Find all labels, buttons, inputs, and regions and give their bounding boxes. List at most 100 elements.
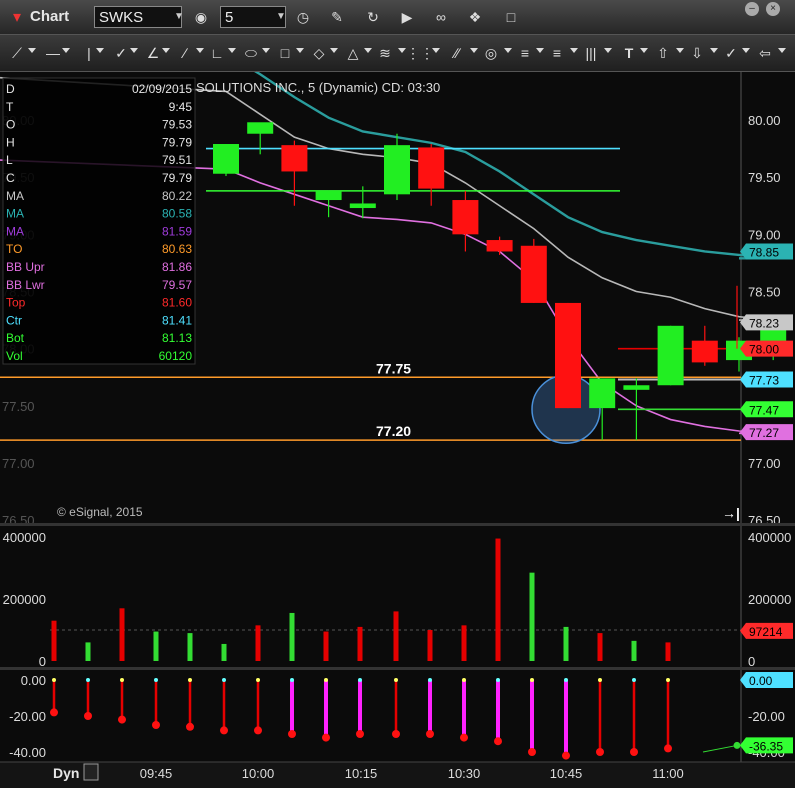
dyn-settings-button[interactable] — [83, 763, 99, 781]
volume-bar — [597, 633, 603, 661]
tool-dropdown-icon[interactable] — [62, 48, 70, 53]
data-window-label: Ctr — [6, 313, 22, 327]
data-window-label: O — [6, 118, 15, 132]
oscillator-dot — [288, 730, 296, 738]
tool-dropdown-icon[interactable] — [162, 48, 170, 53]
tool-dropdown-icon[interactable] — [262, 48, 270, 53]
arrow-left-tool-icon[interactable]: ⇦ — [752, 43, 778, 63]
tool-dropdown-icon[interactable] — [96, 48, 104, 53]
triangle-tool-icon[interactable]: △ — [340, 43, 366, 63]
fib-extension-tool-icon[interactable]: ≡ — [544, 43, 570, 63]
oscillator-tag-label: 0.00 — [749, 674, 773, 688]
horizontal-line-tool-icon[interactable]: — — [40, 43, 66, 63]
oscillator-bar — [564, 680, 568, 756]
data-window-value: 80.58 — [162, 207, 192, 221]
arrow-down-tool-icon[interactable]: ⇩ — [684, 43, 710, 63]
data-window-value: 80.22 — [162, 189, 192, 203]
arrow-up-tool-icon[interactable]: ⇧ — [650, 43, 676, 63]
tool-dropdown-icon[interactable] — [470, 48, 478, 53]
circles-tool-icon[interactable]: ◎ — [478, 43, 504, 63]
volume-bar — [85, 642, 91, 661]
speed-lines-tool-icon[interactable]: ∟ — [204, 43, 230, 63]
volume-bar — [357, 626, 363, 661]
candle-body — [281, 145, 308, 172]
drawing-toolbar: ⟋ — | ✓ ∠ ∕ ∟ ⬭ □ ◇ △ ≋ ⋮⋮ ∕∕ ◎ ≡ ≡ ||| … — [0, 35, 795, 72]
data-window-label: BB Lwr — [6, 278, 45, 292]
candle-body — [520, 245, 547, 303]
oscillator-zero-dot — [256, 678, 260, 682]
clock-icon[interactable]: ◷ — [292, 6, 314, 28]
tool-dropdown-icon[interactable] — [432, 48, 440, 53]
channel-tool-icon[interactable]: ≋ — [372, 43, 398, 63]
oscillator-zero-dot — [120, 678, 124, 682]
volume-bar — [427, 630, 433, 661]
oscillator-dot — [562, 751, 570, 760]
symbol-link-icon[interactable]: ◉ — [190, 6, 212, 28]
cycle-lines-tool-icon[interactable]: ⋮⋮ — [406, 43, 434, 63]
tool-dropdown-icon[interactable] — [604, 48, 612, 53]
tool-dropdown-icon[interactable] — [536, 48, 544, 53]
oscillator-dot — [664, 744, 672, 753]
window-close-icon[interactable]: × — [766, 2, 780, 16]
candle-body — [247, 122, 274, 134]
tool-dropdown-icon[interactable] — [398, 48, 406, 53]
data-window-label: L — [6, 153, 13, 167]
volume-tick-label-left: 400000 — [3, 530, 46, 545]
dyn-label: Dyn — [53, 765, 79, 781]
tool-dropdown-icon[interactable] — [710, 48, 718, 53]
tool-dropdown-icon[interactable] — [676, 48, 684, 53]
volume-tick-label-left: 200000 — [3, 592, 46, 607]
candle-body — [384, 145, 410, 195]
link-chain-icon[interactable]: ∞ — [430, 6, 452, 28]
polyline-tool-icon[interactable]: ✓ — [108, 43, 134, 63]
eraser-tool-icon[interactable]: ◇ — [306, 43, 332, 63]
vertical-line-tool-icon[interactable]: | — [76, 43, 102, 63]
comment-icon[interactable]: □ — [500, 6, 522, 28]
tool-dropdown-icon[interactable] — [742, 48, 750, 53]
refresh-icon[interactable]: ↻ — [362, 6, 384, 28]
candle-body — [486, 240, 513, 252]
interval-dropdown-icon[interactable]: ▼ — [270, 6, 292, 28]
symbol-dropdown-icon[interactable]: ▼ — [168, 6, 190, 28]
gann-tool-icon[interactable]: ∕ — [172, 43, 198, 63]
price-tag-label: 78.85 — [749, 245, 779, 259]
fib-time-tool-icon[interactable]: ||| — [578, 43, 604, 63]
oscillator-zero-dot — [290, 678, 294, 682]
tool-dropdown-icon[interactable] — [130, 48, 138, 53]
window-minimize-icon[interactable]: – — [745, 2, 759, 16]
data-window-value: 60120 — [159, 349, 193, 363]
rectangle-tool-icon[interactable]: □ — [272, 43, 298, 63]
tool-dropdown-icon[interactable] — [640, 48, 648, 53]
tool-dropdown-icon[interactable] — [296, 48, 304, 53]
tool-dropdown-icon[interactable] — [570, 48, 578, 53]
oscillator-zero-dot — [428, 678, 432, 682]
oscillator-zero-dot — [632, 678, 636, 682]
data-window-label: MA — [6, 224, 24, 238]
oscillator-dot — [322, 733, 330, 742]
fan-tool-icon[interactable]: ∠ — [140, 43, 166, 63]
candle-body — [657, 325, 684, 386]
tool-dropdown-icon[interactable] — [330, 48, 338, 53]
tool-dropdown-icon[interactable] — [778, 48, 786, 53]
text-tool-icon[interactable]: T — [616, 43, 642, 63]
ellipse-tool-icon[interactable]: ⬭ — [238, 43, 264, 63]
volume-bar — [221, 643, 227, 661]
check-tool-icon[interactable]: ✓ — [718, 43, 744, 63]
tool-dropdown-icon[interactable] — [504, 48, 512, 53]
trendline-tool-icon[interactable]: ⟋ — [4, 43, 30, 63]
data-window-value: 79.57 — [162, 278, 192, 292]
data-window-label: MA — [6, 189, 24, 203]
tag-icon[interactable]: ❖ — [464, 6, 486, 28]
candle-body — [589, 378, 616, 409]
tool-dropdown-icon[interactable] — [228, 48, 236, 53]
tool-dropdown-icon[interactable] — [28, 48, 36, 53]
tool-dropdown-icon[interactable] — [196, 48, 204, 53]
fib-retracement-tool-icon[interactable]: ≡ — [512, 43, 538, 63]
play-icon[interactable]: ▶ — [396, 6, 418, 28]
parallel-lines-tool-icon[interactable]: ∕∕ — [444, 43, 470, 63]
tool-dropdown-icon[interactable] — [364, 48, 372, 53]
chart-area[interactable]: 80.0080.0079.5079.5079.0079.0078.5078.50… — [0, 72, 795, 788]
pencil-icon[interactable]: ✎ — [326, 6, 348, 28]
price-tag-label: 77.73 — [749, 374, 779, 388]
volume-bar — [495, 538, 501, 661]
